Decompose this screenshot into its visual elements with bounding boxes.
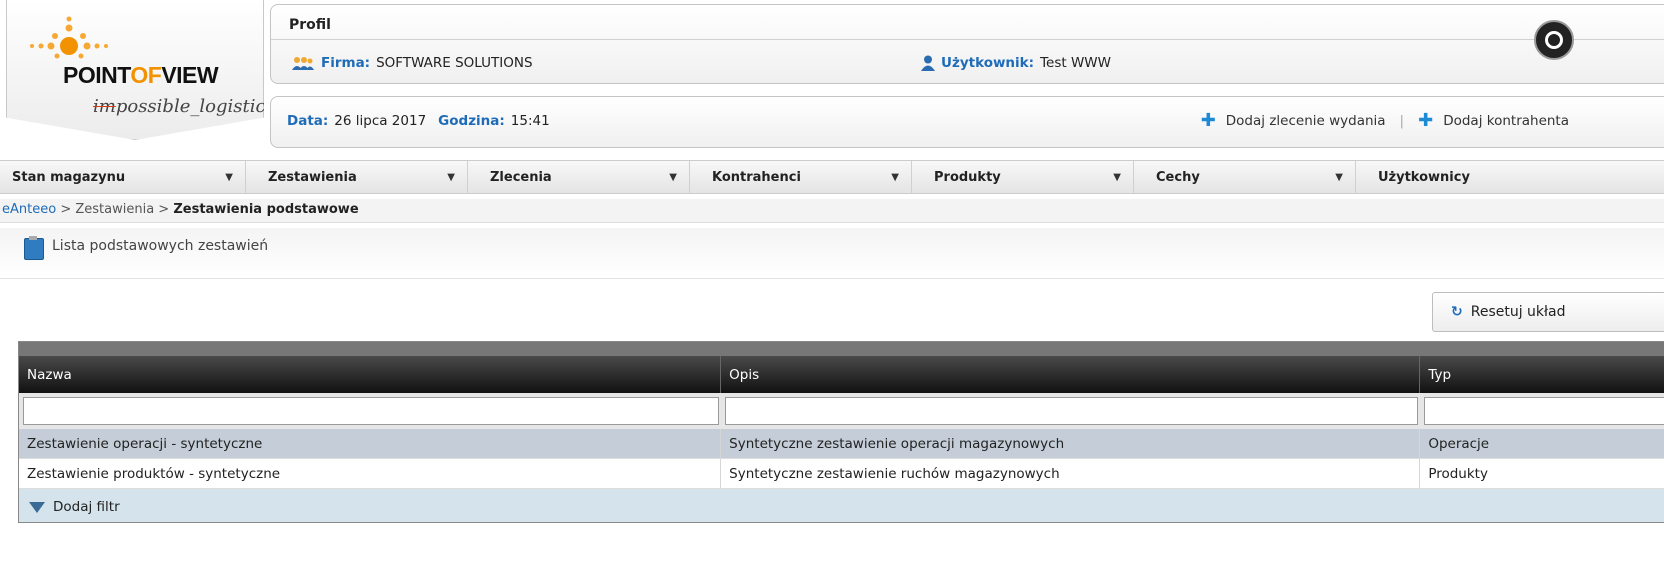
filter-row	[19, 393, 1664, 429]
company-info: Firma: SOFTWARE SOLUTIONS	[291, 55, 533, 71]
menu-item-cechy[interactable]: Cechy ▼	[1134, 161, 1356, 193]
quick-actions: ✚ Dodaj zlecenie wydania | ✚ Dodaj kontr…	[1200, 110, 1569, 131]
cell-opis: Syntetyczne zestawienie ruchów magazynow…	[721, 459, 1421, 488]
power-icon	[1545, 31, 1563, 49]
add-filter-label: Dodaj filtr	[53, 499, 120, 515]
column-header-nazwa[interactable]: Nazwa	[19, 356, 722, 393]
menu-label: Kontrahenci	[712, 169, 801, 185]
cell-typ: Operacje	[1420, 429, 1664, 458]
plus-icon: ✚	[1200, 110, 1216, 131]
grid-header: Nazwa Opis Typ	[19, 356, 1664, 393]
filter-input-typ[interactable]	[1424, 397, 1664, 425]
section-title: Lista podstawowych zestawień	[52, 238, 269, 254]
user-info: Użytkownik: Test WWW	[921, 55, 1111, 71]
plus-icon: ✚	[1418, 110, 1434, 131]
caret-down-icon: ▼	[447, 171, 455, 183]
menu-item-zlecenia[interactable]: Zlecenia ▼	[468, 161, 690, 193]
caret-down-icon: ▼	[225, 171, 233, 183]
caret-down-icon: ▼	[1335, 171, 1343, 183]
caret-down-icon: ▼	[1113, 171, 1121, 183]
breadcrumb-mid-link[interactable]: Zestawienia	[75, 202, 154, 217]
logo-tagline: impossible_logistics	[93, 96, 275, 117]
add-contractor-link[interactable]: Dodaj kontrahenta	[1443, 113, 1569, 129]
breadcrumb: eAnteeo > Zestawienia > Zestawienia pods…	[0, 199, 1664, 223]
date-value: 26 lipca 2017	[334, 113, 427, 129]
menu-label: Cechy	[1156, 169, 1200, 185]
caret-down-icon: ▼	[891, 171, 899, 183]
date-panel: Data: 26 lipca 2017 Godzina: 15:41 ✚ Dod…	[270, 96, 1664, 148]
refresh-icon: ↻	[1451, 304, 1463, 320]
reset-layout-button[interactable]: ↻ Resetuj układ	[1432, 292, 1664, 332]
breadcrumb-separator: >	[56, 202, 76, 217]
breadcrumb-current: Zestawienia podstawowe	[173, 202, 359, 217]
column-header-opis[interactable]: Opis	[721, 356, 1421, 393]
filter-funnel-icon	[29, 501, 45, 513]
menu-item-zestawienia[interactable]: Zestawienia ▼	[246, 161, 468, 193]
user-icon	[921, 55, 935, 71]
menu-label: Zlecenia	[490, 169, 552, 185]
profile-title: Profil	[289, 17, 331, 33]
filter-input-nazwa[interactable]	[23, 397, 720, 425]
breadcrumb-separator: >	[154, 202, 174, 217]
section-header: Lista podstawowych zestawień	[0, 228, 1664, 279]
grid-group-bar	[19, 342, 1664, 356]
company-value: SOFTWARE SOLUTIONS	[376, 55, 533, 71]
date-label: Data:	[287, 113, 329, 129]
cell-nazwa: Zestawienie operacji - syntetyczne	[19, 429, 722, 458]
logout-button[interactable]	[1534, 20, 1574, 60]
logo-sun-icon	[30, 16, 108, 59]
divider: |	[1399, 113, 1405, 129]
menu-label: Użytkownicy	[1378, 169, 1470, 185]
menu-label: Stan magazynu	[12, 169, 126, 185]
company-label: Firma:	[321, 55, 371, 71]
user-label: Użytkownik:	[941, 55, 1035, 71]
menu-item-uzytkownicy[interactable]: Użytkownicy	[1356, 161, 1578, 193]
logo-wordmark: POINTOFVIEW	[63, 62, 219, 88]
profile-panel: Profil Firma: SOFTWARE SOLUTIONS Użytkow…	[270, 4, 1664, 84]
table-row[interactable]: Zestawienie operacji - syntetyczne Synte…	[19, 429, 1664, 459]
cell-opis: Syntetyczne zestawienie operacji magazyn…	[721, 429, 1421, 458]
reset-layout-label: Resetuj układ	[1470, 304, 1566, 320]
date-time: Data: 26 lipca 2017 Godzina: 15:41	[287, 113, 550, 129]
column-header-typ[interactable]: Typ	[1420, 356, 1664, 393]
clipboard-icon	[24, 236, 44, 260]
table-row[interactable]: Zestawienie produktów - syntetyczne Synt…	[19, 459, 1664, 489]
filter-input-opis[interactable]	[725, 397, 1419, 425]
user-value: Test WWW	[1040, 55, 1111, 71]
cell-typ: Produkty	[1420, 459, 1664, 488]
add-filter-button[interactable]: Dodaj filtr	[19, 489, 1664, 522]
menu-item-stan-magazynu[interactable]: Stan magazynu ▼	[0, 161, 246, 193]
menu-item-produkty[interactable]: Produkty ▼	[912, 161, 1134, 193]
menu-item-kontrahenci[interactable]: Kontrahenci ▼	[690, 161, 912, 193]
menu-label: Zestawienia	[268, 169, 357, 185]
time-label: Godzina:	[438, 113, 505, 129]
users-icon	[292, 57, 314, 70]
logo[interactable]: POINTOFVIEW impossible_logistics	[6, 0, 264, 140]
caret-down-icon: ▼	[669, 171, 677, 183]
divider	[271, 39, 1664, 40]
reports-grid: Nazwa Opis Typ Zestawienie operacji - sy…	[18, 341, 1664, 523]
main-menu: Stan magazynu ▼ Zestawienia ▼ Zlecenia ▼ Ko…	[0, 160, 1664, 194]
menu-label: Produkty	[934, 169, 1001, 185]
add-release-order-link[interactable]: Dodaj zlecenie wydania	[1226, 113, 1386, 129]
cell-nazwa: Zestawienie produktów - syntetyczne	[19, 459, 722, 488]
breadcrumb-root-link[interactable]: eAnteeo	[2, 202, 56, 217]
time-value: 15:41	[510, 113, 550, 129]
